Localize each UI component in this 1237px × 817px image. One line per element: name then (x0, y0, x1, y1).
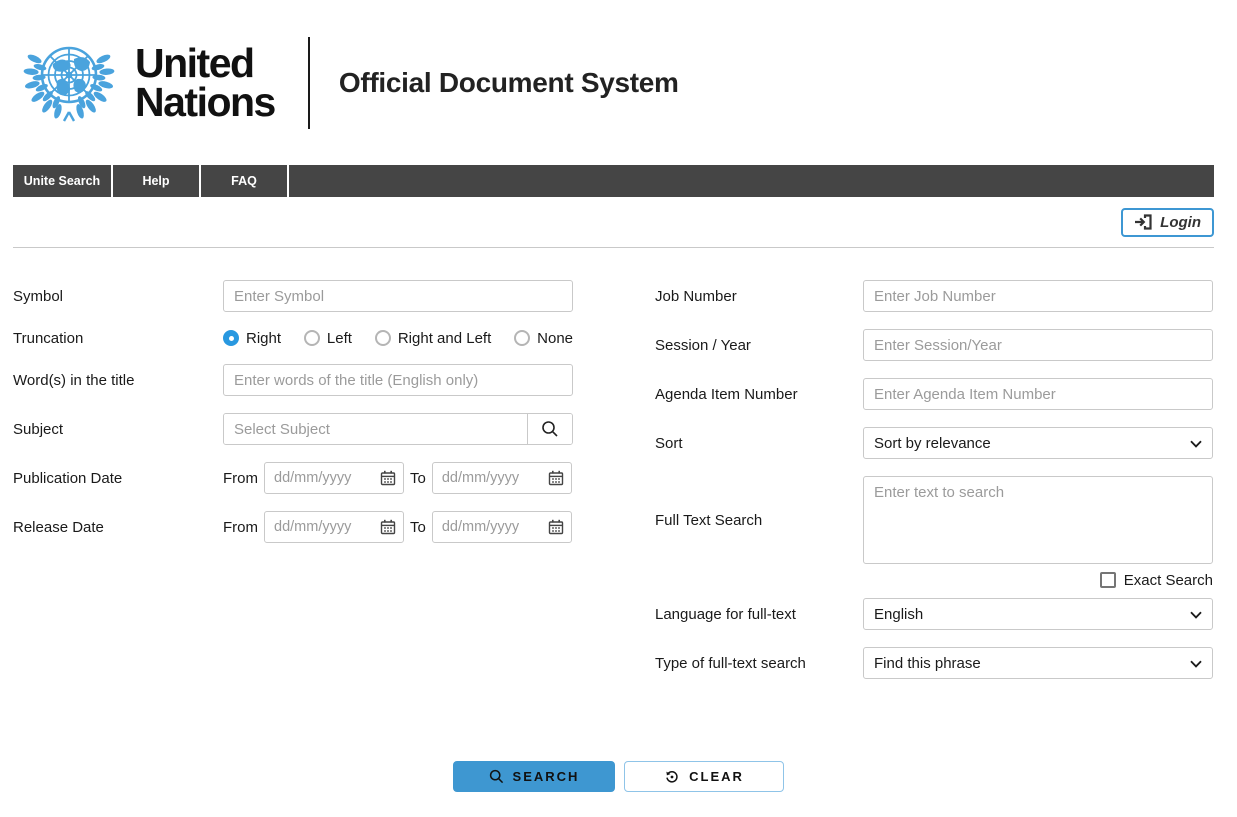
language-selected-value: English (874, 606, 923, 623)
nav-tab-faq[interactable]: FAQ (201, 165, 289, 197)
sort-selected-value: Sort by relevance (874, 435, 991, 452)
search-icon (541, 420, 559, 438)
truncation-label: Truncation (13, 330, 223, 347)
agenda-item-input[interactable] (863, 378, 1213, 410)
nav-tab-help[interactable]: Help (113, 165, 201, 197)
title-words-input[interactable] (223, 364, 573, 396)
release-date-from-input[interactable] (264, 511, 404, 543)
chevron-down-icon (1190, 660, 1202, 668)
job-number-label: Job Number (655, 288, 863, 305)
search-type-label: Type of full-text search (655, 655, 863, 672)
chevron-down-icon (1190, 440, 1202, 448)
full-text-label: Full Text Search (655, 512, 863, 529)
search-type-row: Type of full-text search Find this phras… (655, 647, 1213, 679)
job-number-input[interactable] (863, 280, 1213, 312)
nav-bar: Unite Search Help FAQ (13, 165, 1214, 197)
publication-date-row: Publication Date From To (13, 462, 573, 494)
search-type-select[interactable]: Find this phrase (863, 647, 1213, 679)
un-emblem-logo (13, 33, 125, 133)
subject-label: Subject (13, 421, 223, 438)
search-form: Symbol Truncation Right Left Right and L… (0, 248, 1237, 696)
nav-tab-unite-search[interactable]: Unite Search (13, 165, 113, 197)
form-left-column: Symbol Truncation Right Left Right and L… (13, 280, 573, 696)
radio-icon[interactable] (375, 330, 391, 346)
publication-date-from-input[interactable] (264, 462, 404, 494)
release-date-row: Release Date From To (13, 511, 573, 543)
release-date-to-input[interactable] (432, 511, 572, 543)
chevron-down-icon (1190, 611, 1202, 619)
subject-input-group (223, 413, 573, 445)
from-label: From (223, 470, 258, 487)
search-button-label: SEARCH (513, 769, 580, 784)
symbol-input[interactable] (223, 280, 573, 312)
truncation-radio-none[interactable]: None (514, 330, 573, 347)
truncation-radio-left[interactable]: Left (304, 330, 352, 347)
form-right-column: Job Number Session / Year Agenda Item Nu… (655, 280, 1213, 696)
truncation-option-label: Right (246, 330, 281, 347)
release-date-label: Release Date (13, 519, 223, 536)
full-text-row: Full Text Search (655, 476, 1213, 564)
to-label: To (410, 519, 426, 536)
header-divider (308, 37, 310, 129)
login-button[interactable]: Login (1121, 208, 1214, 237)
publication-date-to-input[interactable] (432, 462, 572, 494)
subject-input[interactable] (224, 414, 527, 444)
session-year-label: Session / Year (655, 337, 863, 354)
language-label: Language for full-text (655, 606, 863, 623)
search-icon (489, 769, 504, 784)
subject-row: Subject (13, 413, 573, 445)
full-text-input[interactable] (863, 476, 1213, 564)
sort-select[interactable]: Sort by relevance (863, 427, 1213, 459)
session-year-input[interactable] (863, 329, 1213, 361)
truncation-row: Truncation Right Left Right and Left Non… (13, 329, 573, 347)
truncation-radio-right-and-left[interactable]: Right and Left (375, 330, 491, 347)
column-gap (573, 280, 655, 696)
title-words-label: Word(s) in the title (13, 372, 223, 389)
truncation-option-label: Left (327, 330, 352, 347)
search-button[interactable]: SEARCH (453, 761, 615, 792)
sort-label: Sort (655, 435, 863, 452)
truncation-radio-group: Right Left Right and Left None (223, 330, 573, 347)
subject-search-button[interactable] (527, 414, 572, 444)
sort-row: Sort Sort by relevance (655, 427, 1213, 459)
from-label: From (223, 519, 258, 536)
symbol-label: Symbol (13, 288, 223, 305)
language-row: Language for full-text English (655, 598, 1213, 630)
publication-date-fields: From To (223, 462, 573, 494)
title-words-row: Word(s) in the title (13, 364, 573, 396)
login-label: Login (1160, 214, 1201, 231)
exact-search-row: Exact Search (655, 570, 1213, 590)
clear-button[interactable]: CLEAR (624, 761, 784, 792)
login-row: Login (13, 197, 1214, 248)
job-number-row: Job Number (655, 280, 1213, 312)
action-buttons: SEARCH CLEAR (0, 761, 1237, 792)
language-select[interactable]: English (863, 598, 1213, 630)
clear-button-label: CLEAR (689, 769, 744, 784)
truncation-option-label: None (537, 330, 573, 347)
release-date-fields: From To (223, 511, 573, 543)
reset-icon (664, 769, 680, 785)
brand-name: United Nations (135, 44, 275, 121)
search-type-selected-value: Find this phrase (874, 655, 981, 672)
agenda-item-label: Agenda Item Number (655, 386, 863, 403)
radio-icon[interactable] (304, 330, 320, 346)
agenda-item-row: Agenda Item Number (655, 378, 1213, 410)
page-title: Official Document System (339, 67, 679, 99)
to-label: To (410, 470, 426, 487)
truncation-option-label: Right and Left (398, 330, 491, 347)
brand-line-2: Nations (135, 83, 275, 122)
exact-search-checkbox[interactable] (1100, 572, 1116, 588)
brand-line-1: United (135, 44, 275, 83)
truncation-radio-right[interactable]: Right (223, 330, 281, 347)
login-icon (1134, 214, 1153, 230)
radio-icon[interactable] (223, 330, 239, 346)
symbol-row: Symbol (13, 280, 573, 312)
publication-date-label: Publication Date (13, 470, 223, 487)
radio-icon[interactable] (514, 330, 530, 346)
exact-search-label: Exact Search (1124, 572, 1213, 589)
session-year-row: Session / Year (655, 329, 1213, 361)
header: United Nations Official Document System (0, 0, 1237, 165)
